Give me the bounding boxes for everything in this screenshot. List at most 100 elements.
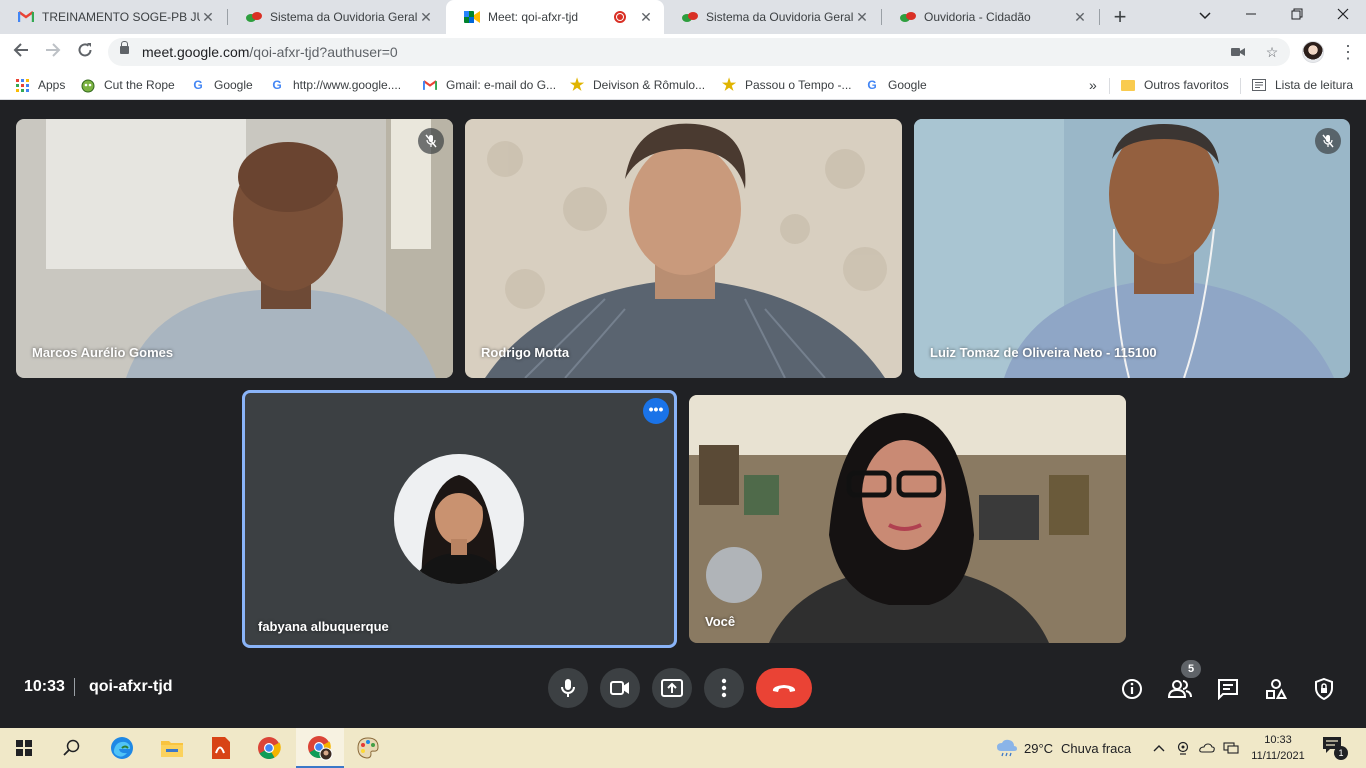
minimize-button[interactable]: [1228, 0, 1274, 34]
browser-menu-icon[interactable]: ⋮: [1338, 40, 1358, 64]
tab-search-button[interactable]: [1182, 0, 1228, 34]
bookmark-label: Outros favoritos: [1144, 78, 1229, 92]
lock-icon[interactable]: [120, 41, 129, 54]
bookmark-label: Passou o Tempo -...: [745, 78, 852, 92]
network-icon[interactable]: [1221, 738, 1241, 758]
bookmark-gmail[interactable]: Gmail: e-mail do G...: [422, 76, 556, 94]
close-tab-icon[interactable]: ✕: [418, 9, 434, 26]
reload-icon: [78, 43, 92, 57]
tab-meet[interactable]: Meet: qoi-afxr-tjd ✕: [446, 0, 664, 34]
google-icon: G: [867, 78, 877, 92]
participant-tile-marcos[interactable]: Marcos Aurélio Gomes: [16, 119, 453, 378]
bookmark-apps[interactable]: Apps: [14, 76, 65, 94]
overflow-label: »: [1089, 77, 1097, 93]
bookmark-cut-the-rope[interactable]: Cut the Rope: [80, 76, 175, 94]
meet-stage: Marcos Aurélio Gomes Rodrigo Motta Luiz …: [0, 101, 1366, 728]
participant-name: Luiz Tomaz de Oliveira Neto - 115100: [930, 345, 1157, 360]
chat-icon[interactable]: [1215, 676, 1241, 702]
pdf-reader-taskbar-button[interactable]: [207, 734, 235, 762]
search-button[interactable]: [58, 734, 86, 762]
meeting-details-icon[interactable]: [1119, 676, 1145, 702]
edge-taskbar-button[interactable]: [108, 734, 136, 762]
participant-name: Rodrigo Motta: [481, 345, 570, 360]
bookmark-passou-o-tempo[interactable]: ★ Passou o Tempo -...: [721, 76, 852, 94]
host-controls-icon[interactable]: [1311, 676, 1337, 702]
present-screen-icon: [661, 679, 683, 697]
tab-gmail[interactable]: TREINAMENTO SOGE-PB JUL ✕: [0, 0, 226, 34]
bookmark-other-favorites[interactable]: Outros favoritos: [1120, 76, 1229, 94]
close-window-button[interactable]: [1320, 0, 1366, 34]
pdf-icon: [212, 737, 230, 759]
bookmark-label: Google: [888, 78, 927, 92]
chrome-profile-taskbar-button[interactable]: [306, 734, 334, 762]
people-icon[interactable]: [1167, 676, 1193, 702]
participant-video: [16, 119, 453, 378]
reload-button[interactable]: [72, 39, 98, 65]
tab-title: Meet: qoi-afxr-tjd: [488, 10, 579, 24]
address-bar[interactable]: meet.google.com/qoi-afxr-tjd?authuser=0 …: [108, 38, 1290, 66]
folder-icon: [161, 741, 183, 757]
system-clock[interactable]: 10:33 11/11/2021: [1250, 732, 1306, 764]
bookmark-google-url[interactable]: G http://www.google....: [269, 76, 401, 94]
forward-button[interactable]: [40, 39, 66, 65]
start-button[interactable]: [10, 734, 38, 762]
edge-icon: [111, 737, 133, 759]
meeting-info-divider: [74, 678, 75, 696]
weather-widget[interactable]: 29°C Chuva fraca: [996, 739, 1131, 757]
tab-ouvidoria-cidadao[interactable]: Ouvidoria - Cidadão ✕: [882, 0, 1098, 34]
star-icon: ★: [569, 77, 585, 94]
profile-avatar[interactable]: [1302, 41, 1324, 63]
bookmark-google[interactable]: G Google: [190, 76, 253, 94]
present-screen-button[interactable]: [652, 668, 692, 708]
more-options-button[interactable]: •••: [643, 398, 669, 424]
star-icon: ★: [721, 77, 737, 94]
close-tab-icon[interactable]: ✕: [638, 9, 654, 26]
more-options-menu-button[interactable]: [704, 668, 744, 708]
reading-list-button[interactable]: Lista de leitura: [1251, 76, 1353, 94]
bookmark-star-icon[interactable]: ☆: [1262, 42, 1282, 62]
search-icon: [63, 739, 80, 756]
new-tab-button[interactable]: +: [1108, 4, 1132, 30]
activities-icon[interactable]: [1263, 676, 1289, 702]
bookmark-label: Google: [214, 78, 253, 92]
bookmark-google-2[interactable]: G Google: [864, 76, 927, 94]
close-tab-icon[interactable]: ✕: [854, 9, 870, 26]
leave-call-button[interactable]: [756, 668, 812, 708]
participant-tile-luiz[interactable]: Luiz Tomaz de Oliveira Neto - 115100: [914, 119, 1350, 378]
webcam-tray-icon[interactable]: [1173, 738, 1193, 758]
bookmark-label: Deivison & Rômulo...: [593, 78, 706, 92]
participant-tile-rodrigo[interactable]: Rodrigo Motta: [465, 119, 902, 378]
tab-divider: [1099, 9, 1100, 25]
file-explorer-taskbar-button[interactable]: [158, 734, 186, 762]
microphone-button[interactable]: [548, 668, 588, 708]
browser-toolbar: meet.google.com/qoi-afxr-tjd?authuser=0 …: [0, 34, 1366, 70]
onedrive-cloud-icon[interactable]: [1197, 738, 1217, 758]
bookmarks-overflow-button[interactable]: »: [1089, 76, 1097, 94]
ouvidoria-icon: [246, 9, 262, 25]
video-camera-icon: [610, 681, 629, 695]
arrow-left-icon: [13, 43, 28, 57]
reading-list-icon: [1251, 77, 1267, 93]
tab-ouvidoria-2[interactable]: Sistema da Ouvidoria Geral d ✕: [664, 0, 880, 34]
participant-tile-self[interactable]: Você: [689, 395, 1126, 643]
bookmark-deivison[interactable]: ★ Deivison & Rômulo...: [569, 76, 705, 94]
restore-button[interactable]: [1274, 0, 1320, 34]
back-button[interactable]: [8, 39, 34, 65]
bookmarks-bar: Apps Cut the Rope G Google G http://www.…: [0, 70, 1366, 100]
paint-taskbar-button[interactable]: [354, 734, 382, 762]
participant-tile-fabyana[interactable]: ••• fabyana albuquerque: [242, 390, 677, 648]
close-icon: [1337, 8, 1349, 20]
camera-in-use-icon[interactable]: [1228, 42, 1248, 62]
notification-center-button[interactable]: 1: [1322, 736, 1348, 760]
close-tab-icon[interactable]: ✕: [200, 9, 216, 26]
clock-date: 11/11/2021: [1251, 750, 1305, 762]
paint-palette-icon: [357, 737, 379, 759]
close-tab-icon[interactable]: ✕: [1072, 9, 1088, 26]
ouvidoria-icon: [900, 9, 916, 25]
camera-button[interactable]: [600, 668, 640, 708]
chevron-up-icon[interactable]: [1149, 738, 1169, 758]
tab-title: Ouvidoria - Cidadão: [924, 10, 1031, 24]
chrome-taskbar-button[interactable]: [255, 734, 283, 762]
participant-video: [689, 395, 1126, 643]
tab-ouvidoria-1[interactable]: Sistema da Ouvidoria Geral d ✕: [228, 0, 444, 34]
